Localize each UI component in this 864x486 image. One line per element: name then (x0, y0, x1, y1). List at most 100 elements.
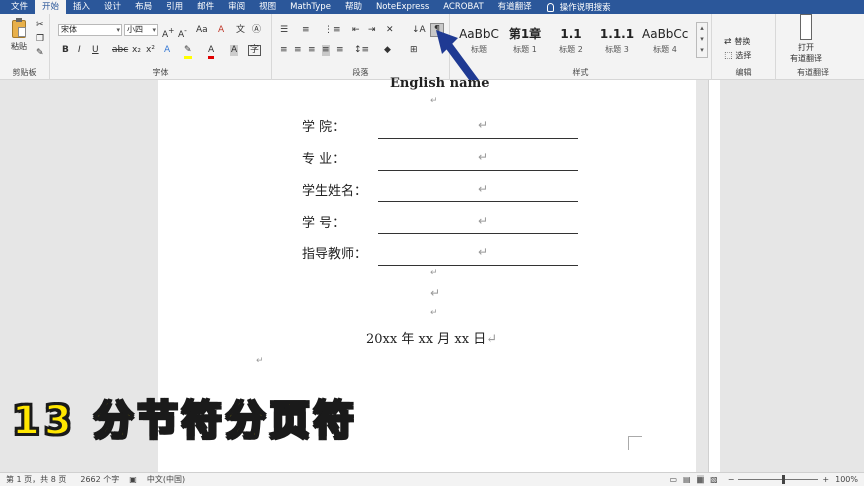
bold-icon[interactable]: B (62, 45, 69, 56)
zoom-in-button[interactable]: + (822, 475, 829, 484)
paste-button[interactable]: 粘贴 (8, 18, 30, 60)
paragraph-mark: ↵ (478, 182, 489, 196)
chevron-down-icon: ▾ (152, 26, 156, 34)
translate-label: 有道翻译 (790, 54, 822, 63)
select-label: 选择 (735, 51, 752, 60)
change-case-icon[interactable]: Aa (196, 25, 208, 36)
align-center-icon[interactable]: ≡ (294, 45, 302, 56)
tab-layout[interactable]: 布局 (128, 0, 159, 14)
justify-icon[interactable]: ≡ (322, 45, 330, 56)
video-caption-overlay: 13 分节符分页符 (11, 397, 358, 445)
sort-icon[interactable]: ↓A (412, 25, 426, 36)
chinese-layout-icon[interactable]: ✕ (386, 25, 394, 36)
font-name-select[interactable]: 宋体 ▾ (58, 24, 122, 36)
read-mode-icon[interactable]: ▤ (683, 475, 691, 484)
focus-mode-icon[interactable]: ▭ (669, 475, 677, 484)
line-spacing-icon[interactable]: ↕≡ (354, 45, 369, 56)
replace-label: 替换 (734, 37, 751, 46)
tab-youdao[interactable]: 有道翻译 (491, 0, 539, 14)
zoom-out-button[interactable]: − (728, 475, 735, 484)
borders-icon[interactable]: ⊞ (410, 45, 418, 56)
distributed-icon[interactable]: ≡ (336, 45, 344, 56)
paragraph-mark: ↵ (486, 332, 498, 347)
paragraph-mark: ↵ (478, 214, 489, 228)
style-heading-3[interactable]: 1.1.1 标题 3 (594, 24, 640, 55)
styles-scroll[interactable]: ▴ ▾ ▾ (696, 22, 708, 58)
tab-noteexpress[interactable]: NoteExpress (369, 0, 436, 14)
style-name: 标题 3 (605, 45, 629, 54)
paragraph-mark: ↵ (478, 150, 489, 164)
vertical-scrollbar[interactable] (850, 80, 864, 472)
underline-icon[interactable]: U (92, 45, 99, 56)
shrink-font-icon[interactable]: A- (178, 25, 187, 41)
paragraph-mark: ↵ (430, 308, 438, 318)
bullets-icon[interactable]: ☰ (280, 25, 288, 36)
increase-indent-icon[interactable]: ⇥ (368, 25, 376, 36)
decrease-indent-icon[interactable]: ⇤ (352, 25, 360, 36)
zoom-level[interactable]: 100% (835, 475, 858, 484)
paragraph-mark: ↵ (430, 96, 438, 106)
tab-view[interactable]: 视图 (252, 0, 283, 14)
chevron-down-icon: ▾ (116, 26, 120, 34)
style-heading-4[interactable]: AaBbCc 标题 4 (642, 24, 688, 55)
shading-icon[interactable]: ◆ (384, 45, 391, 56)
style-heading-2[interactable]: 1.1 标题 2 (548, 24, 594, 55)
tab-help[interactable]: 帮助 (338, 0, 369, 14)
multilevel-list-icon[interactable]: ⋮≡ (324, 25, 341, 36)
tab-review[interactable]: 审阅 (221, 0, 252, 14)
style-name: 标题 1 (513, 45, 537, 54)
select-button[interactable]: ⬚ 选择 (724, 50, 751, 62)
style-preview: 第1章 (508, 27, 542, 41)
align-left-icon[interactable]: ≡ (280, 45, 288, 56)
subscript-icon[interactable]: x₂ (132, 45, 141, 56)
copy-icon[interactable]: ❐ (36, 34, 44, 45)
print-layout-icon[interactable]: ▦ (696, 475, 705, 484)
tell-me-search[interactable]: 操作说明搜索 (546, 1, 611, 13)
tab-design[interactable]: 设计 (97, 0, 128, 14)
field-line-student-name (378, 201, 578, 202)
format-painter-icon[interactable]: ✎ (36, 48, 44, 59)
paragraph-mark: ↵ (256, 356, 264, 366)
replace-button[interactable]: ⇄ 替换 (724, 36, 750, 48)
phonetic-guide-icon[interactable]: 文 (236, 25, 245, 36)
zoom-thumb[interactable] (782, 475, 786, 484)
italic-icon[interactable]: I (78, 45, 81, 56)
char-shading-icon[interactable]: A (230, 45, 239, 56)
highlight-icon[interactable]: ✎ (184, 45, 192, 59)
numbering-icon[interactable]: ≡ (302, 25, 310, 36)
margin-corner-mark (628, 436, 642, 450)
language-indicator[interactable]: 中文(中国) (147, 474, 185, 485)
editing-group-label: 编辑 (735, 68, 752, 77)
tab-acrobat[interactable]: ACROBAT (436, 0, 490, 14)
font-color-icon[interactable]: A (208, 45, 215, 59)
paste-label: 粘贴 (11, 42, 27, 51)
field-line-major (378, 170, 578, 171)
zoom-slider[interactable] (738, 475, 819, 484)
char-border-icon[interactable]: 字 (248, 45, 262, 56)
word-count[interactable]: 2662 个字 (80, 474, 119, 485)
web-layout-icon[interactable]: ▧ (710, 475, 718, 484)
cut-icon[interactable]: ✂ (36, 20, 44, 31)
align-right-icon[interactable]: ≡ (308, 45, 316, 56)
grow-font-icon[interactable]: A+ (162, 25, 174, 41)
page-count[interactable]: 第 1 页，共 8 页 (6, 474, 66, 485)
text-effects-icon[interactable]: A (164, 45, 170, 56)
font-size-select[interactable]: 小四 ▾ (124, 24, 158, 36)
field-label-student-name: 学生姓名： (302, 184, 368, 199)
tab-references[interactable]: 引用 (159, 0, 190, 14)
style-heading-1[interactable]: 第1章标题 1 (502, 24, 548, 55)
tab-home[interactable]: 开始 (35, 0, 67, 14)
superscript-icon[interactable]: x² (146, 45, 155, 56)
status-bar: 第 1 页，共 8 页 2662 个字 ▣ 中文(中国) ▭ ▤ ▦ ▧ − +… (0, 472, 864, 486)
clear-formatting-icon[interactable]: A (218, 25, 224, 36)
tab-insert[interactable]: 插入 (66, 0, 97, 14)
open-youdao-button[interactable]: 打开 有道翻译 (784, 14, 828, 64)
enclose-char-icon[interactable]: Ⓐ (252, 25, 261, 36)
tab-mathtype[interactable]: MathType (283, 0, 338, 14)
field-label-student-id: 学 号： (302, 216, 346, 231)
tab-mailings[interactable]: 邮件 (190, 0, 221, 14)
strikethrough-icon[interactable]: abc (112, 45, 128, 56)
proofing-icon[interactable]: ▣ (129, 475, 137, 484)
tab-file[interactable]: 文件 (4, 0, 35, 14)
replace-icon: ⇄ (724, 37, 732, 47)
